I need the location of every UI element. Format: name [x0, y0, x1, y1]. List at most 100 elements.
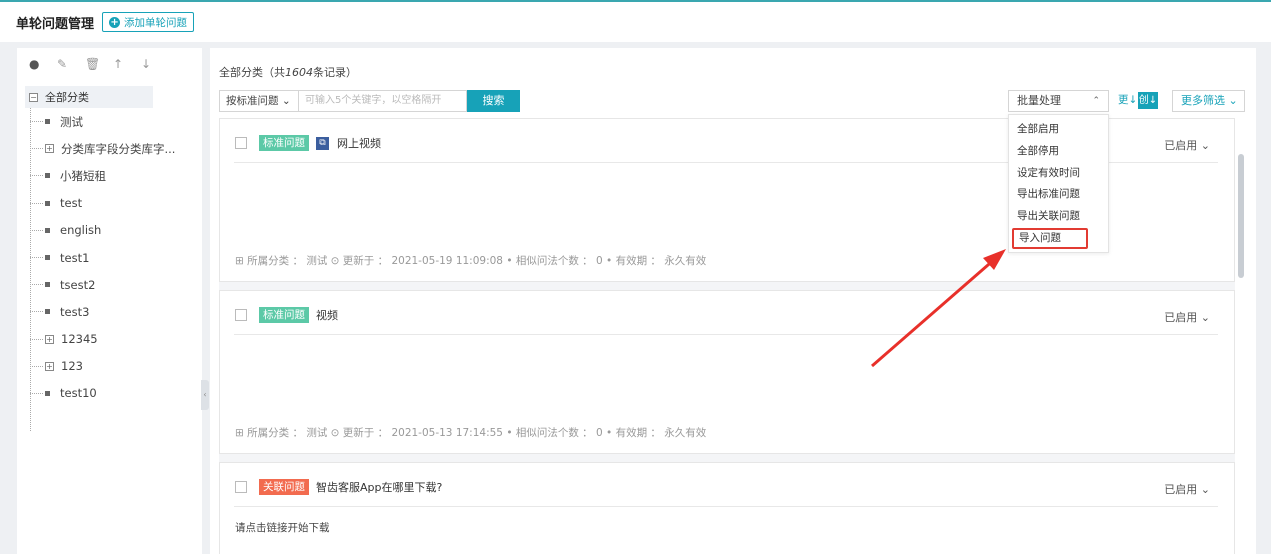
category-icon: ⊞	[235, 427, 248, 439]
sidebar-collapse-handle[interactable]: ‹	[201, 380, 209, 410]
divider	[234, 334, 1218, 335]
menu-export-standard[interactable]: 导出标准问题	[1009, 184, 1108, 206]
category-tree: − 全部分类 测试 + 分类库字段分类库字... 小猪短租 test englis…	[17, 80, 202, 431]
status-label: 已启用	[1164, 139, 1198, 152]
tree-connector	[30, 257, 43, 259]
tree-root-all[interactable]: − 全部分类	[25, 86, 153, 108]
tree-item-label: test1	[60, 250, 90, 265]
tree-item[interactable]: test1	[17, 244, 202, 271]
question-title[interactable]: 视频	[316, 307, 338, 323]
search-mode-select[interactable]: 按标准问题 ⌄	[219, 90, 299, 112]
copy-icon[interactable]: ⧉	[316, 136, 329, 150]
sort-by-create-button[interactable]: 创↓	[1138, 92, 1158, 109]
keyword-search-input[interactable]: 可输入5个关键字，以空格隔开	[299, 90, 467, 112]
card-header: 标准问题 视频	[235, 307, 338, 323]
tree-item[interactable]: tsest2	[17, 271, 202, 298]
question-card: 关联问题 智齿客服App在哪里下载? 已启用 ⌄ 请点击链接开始下载	[219, 462, 1235, 554]
summary-suffix: 条记录）	[313, 66, 357, 79]
tree-connector	[30, 338, 43, 340]
tree-item[interactable]: test3	[17, 298, 202, 325]
question-card: 标准问题 视频 已启用 ⌄ ⊞ 所属分类 ： 测试 ⊙ 更新于 ： 2021-0…	[219, 290, 1235, 454]
expand-icon[interactable]: +	[45, 144, 54, 154]
plus-icon: +	[109, 16, 121, 28]
tree-item[interactable]: 小猪短租	[17, 162, 202, 189]
record-count: 1604	[285, 66, 313, 79]
tree-item-label: 小猪短租	[60, 168, 106, 183]
question-title[interactable]: 智齿客服App在哪里下载?	[316, 479, 442, 495]
tree-connector	[30, 311, 43, 313]
status-label: 已启用	[1164, 311, 1198, 324]
tree-item-label: 12345	[61, 332, 98, 347]
leaf-icon	[45, 309, 50, 315]
tree-item-label: english	[60, 223, 102, 238]
select-checkbox[interactable]	[235, 137, 247, 149]
tree-line	[30, 108, 31, 431]
status-label: 已启用	[1164, 483, 1198, 496]
add-icon[interactable]: ●	[29, 57, 57, 71]
tree-connector	[30, 229, 43, 231]
tree-connector	[30, 392, 43, 394]
page-title: 单轮问题管理	[16, 16, 95, 32]
tree-item[interactable]: +12345	[17, 326, 202, 353]
sort-create-label: 创	[1138, 95, 1149, 106]
sort-update-label: 更	[1118, 94, 1129, 106]
tree-item-label: 分类库字段分类库字...	[61, 141, 176, 156]
standard-question-tag: 标准问题	[259, 307, 309, 323]
leaf-icon	[45, 390, 50, 396]
move-down-icon[interactable]: ↓	[141, 57, 169, 71]
expand-icon[interactable]: +	[45, 334, 54, 344]
menu-export-related[interactable]: 导出关联问题	[1009, 206, 1108, 228]
leaf-icon	[45, 282, 50, 288]
tree-item[interactable]: test10	[17, 380, 202, 407]
status-dropdown[interactable]: 已启用 ⌄	[1164, 481, 1210, 497]
menu-import-questions[interactable]: 导入问题	[1012, 227, 1088, 249]
status-dropdown[interactable]: 已启用 ⌄	[1164, 309, 1210, 325]
select-checkbox[interactable]	[235, 481, 247, 493]
menu-disable-all[interactable]: 全部停用	[1009, 141, 1108, 163]
tree-item[interactable]: 测试	[17, 108, 202, 135]
tree-item-label: test10	[60, 386, 97, 401]
record-summary: 全部分类（共1604条记录）	[219, 64, 357, 80]
leaf-icon	[45, 227, 50, 233]
tree-item[interactable]: +123	[17, 353, 202, 380]
tree-connector	[30, 148, 43, 150]
list-scrollbar[interactable]	[1238, 120, 1244, 554]
question-list-panel: 全部分类（共1604条记录） 按标准问题 ⌄ 可输入5个关键字，以空格隔开 搜索…	[210, 48, 1256, 554]
more-filter-button[interactable]: 更多筛选 ⌄	[1172, 90, 1245, 112]
delete-icon[interactable]: 🗑	[85, 57, 113, 71]
category-icon: ⊞	[235, 255, 248, 267]
tree-connector	[30, 121, 43, 123]
card-header: 关联问题 智齿客服App在哪里下载?	[235, 479, 442, 495]
menu-enable-all[interactable]: 全部启用	[1009, 119, 1108, 141]
leaf-icon	[45, 255, 50, 261]
scroll-thumb[interactable]	[1238, 154, 1244, 278]
status-dropdown[interactable]: 已启用 ⌄	[1164, 137, 1210, 153]
tree-item[interactable]: test	[17, 190, 202, 217]
leaf-icon	[45, 200, 50, 206]
search-mode-label: 按标准问题	[226, 95, 279, 107]
collapse-icon[interactable]: −	[29, 92, 38, 102]
expand-icon[interactable]: +	[45, 361, 54, 371]
tree-root-label: 全部分类	[45, 91, 89, 104]
menu-set-validity[interactable]: 设定有效时间	[1009, 163, 1108, 185]
tree-item[interactable]: english	[17, 217, 202, 244]
question-title[interactable]: 网上视频	[337, 135, 381, 151]
category-toolbar: ● ✎ 🗑 ↑ ↓	[17, 48, 202, 80]
tree-item-label: test	[60, 196, 83, 211]
tree-item-label: 测试	[60, 114, 83, 129]
tree-item-label: test3	[60, 304, 90, 319]
sort-by-update-button[interactable]: 更↓	[1118, 92, 1137, 107]
edit-icon[interactable]: ✎	[57, 57, 85, 71]
add-question-button[interactable]: + 添加单轮问题	[102, 12, 195, 32]
batch-action-select[interactable]: 批量处理 ⌃	[1008, 90, 1109, 112]
select-checkbox[interactable]	[235, 309, 247, 321]
answer-text: 请点击链接开始下载	[235, 522, 330, 534]
move-up-icon[interactable]: ↑	[113, 57, 141, 71]
page-header: 单轮问题管理 + 添加单轮问题	[0, 2, 1271, 42]
search-button[interactable]: 搜索	[467, 90, 520, 112]
more-filter-label: 更多筛选	[1181, 94, 1225, 107]
tree-item[interactable]: + 分类库字段分类库字...	[17, 135, 202, 162]
related-question-tag: 关联问题	[259, 479, 309, 495]
tree-connector	[30, 175, 43, 177]
chevron-down-icon: ⌄	[281, 95, 291, 107]
